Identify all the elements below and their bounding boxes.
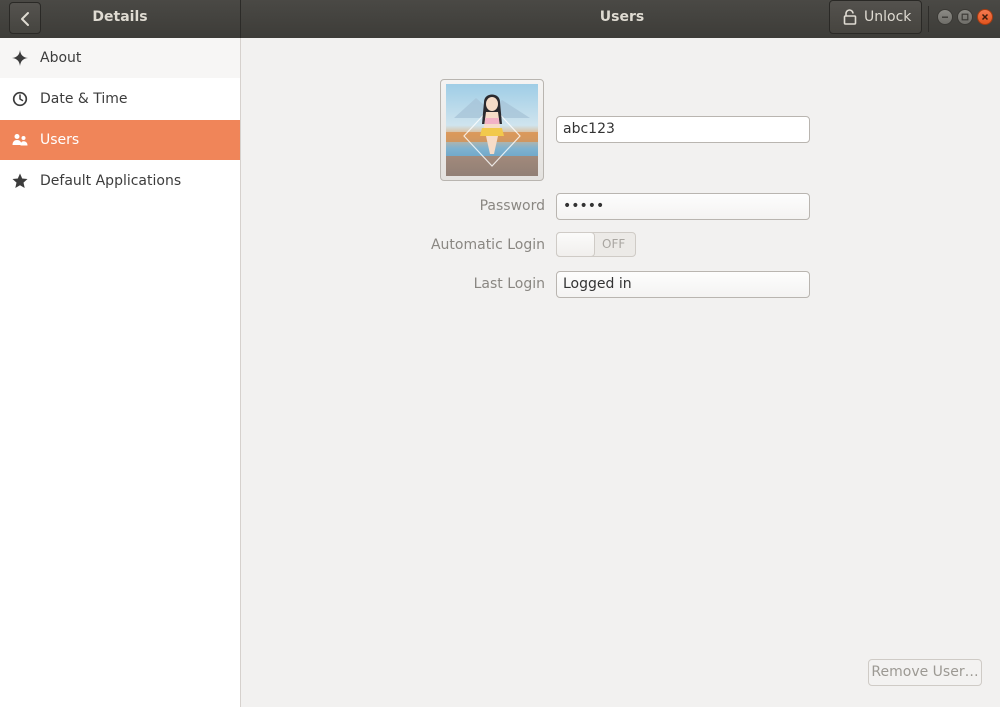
- avatar-image: [446, 84, 538, 176]
- settings-window: Details Users Unlock About Date & Time U…: [0, 0, 1000, 707]
- users-icon: [12, 134, 28, 146]
- user-details-panel: abc123 Password ••••• Automatic Login OF…: [241, 38, 1000, 707]
- sidebar: About Date & Time Users Default Applicat…: [0, 38, 241, 707]
- sidebar-item-default-applications[interactable]: Default Applications: [0, 161, 240, 201]
- maximize-button[interactable]: [957, 9, 973, 25]
- minimize-button[interactable]: [937, 9, 953, 25]
- chevron-left-icon: [21, 12, 29, 26]
- sidebar-item-date-time[interactable]: Date & Time: [0, 79, 240, 119]
- minimize-icon: [942, 16, 948, 18]
- automatic-login-label: Automatic Login: [430, 237, 545, 253]
- header-left-pane: Details: [0, 0, 241, 38]
- automatic-login-switch[interactable]: OFF: [556, 232, 636, 257]
- sidebar-item-label: Users: [40, 132, 80, 148]
- username-field[interactable]: abc123: [556, 116, 810, 143]
- switch-knob: [556, 232, 595, 257]
- avatar-button[interactable]: [440, 79, 544, 181]
- avatar: [446, 84, 538, 176]
- star-icon: [12, 173, 28, 188]
- sparkle-icon: [12, 50, 28, 66]
- unlock-button[interactable]: Unlock: [829, 0, 922, 34]
- close-icon: [981, 13, 989, 21]
- close-button[interactable]: [977, 9, 993, 25]
- lock-icon: [843, 9, 857, 25]
- sidebar-item-label: Default Applications: [40, 173, 182, 189]
- back-button[interactable]: [9, 2, 41, 34]
- sidebar-item-label: Date & Time: [40, 91, 128, 107]
- last-login-label: Last Login: [473, 276, 545, 292]
- sidebar-item-users[interactable]: Users: [0, 120, 240, 160]
- unlock-label: Unlock: [864, 9, 912, 25]
- maximize-icon: [961, 13, 969, 21]
- sidebar-item-about[interactable]: About: [0, 38, 240, 78]
- last-login-button[interactable]: Logged in: [556, 271, 810, 298]
- clock-icon: [12, 91, 28, 107]
- password-field[interactable]: •••••: [556, 193, 810, 220]
- switch-state-label: OFF: [602, 237, 626, 251]
- header-bar: Details Users Unlock: [0, 0, 1000, 38]
- password-label: Password: [479, 198, 545, 214]
- header-separator: [928, 6, 929, 32]
- remove-user-button[interactable]: Remove User…: [868, 659, 982, 686]
- sidebar-item-label: About: [40, 50, 82, 66]
